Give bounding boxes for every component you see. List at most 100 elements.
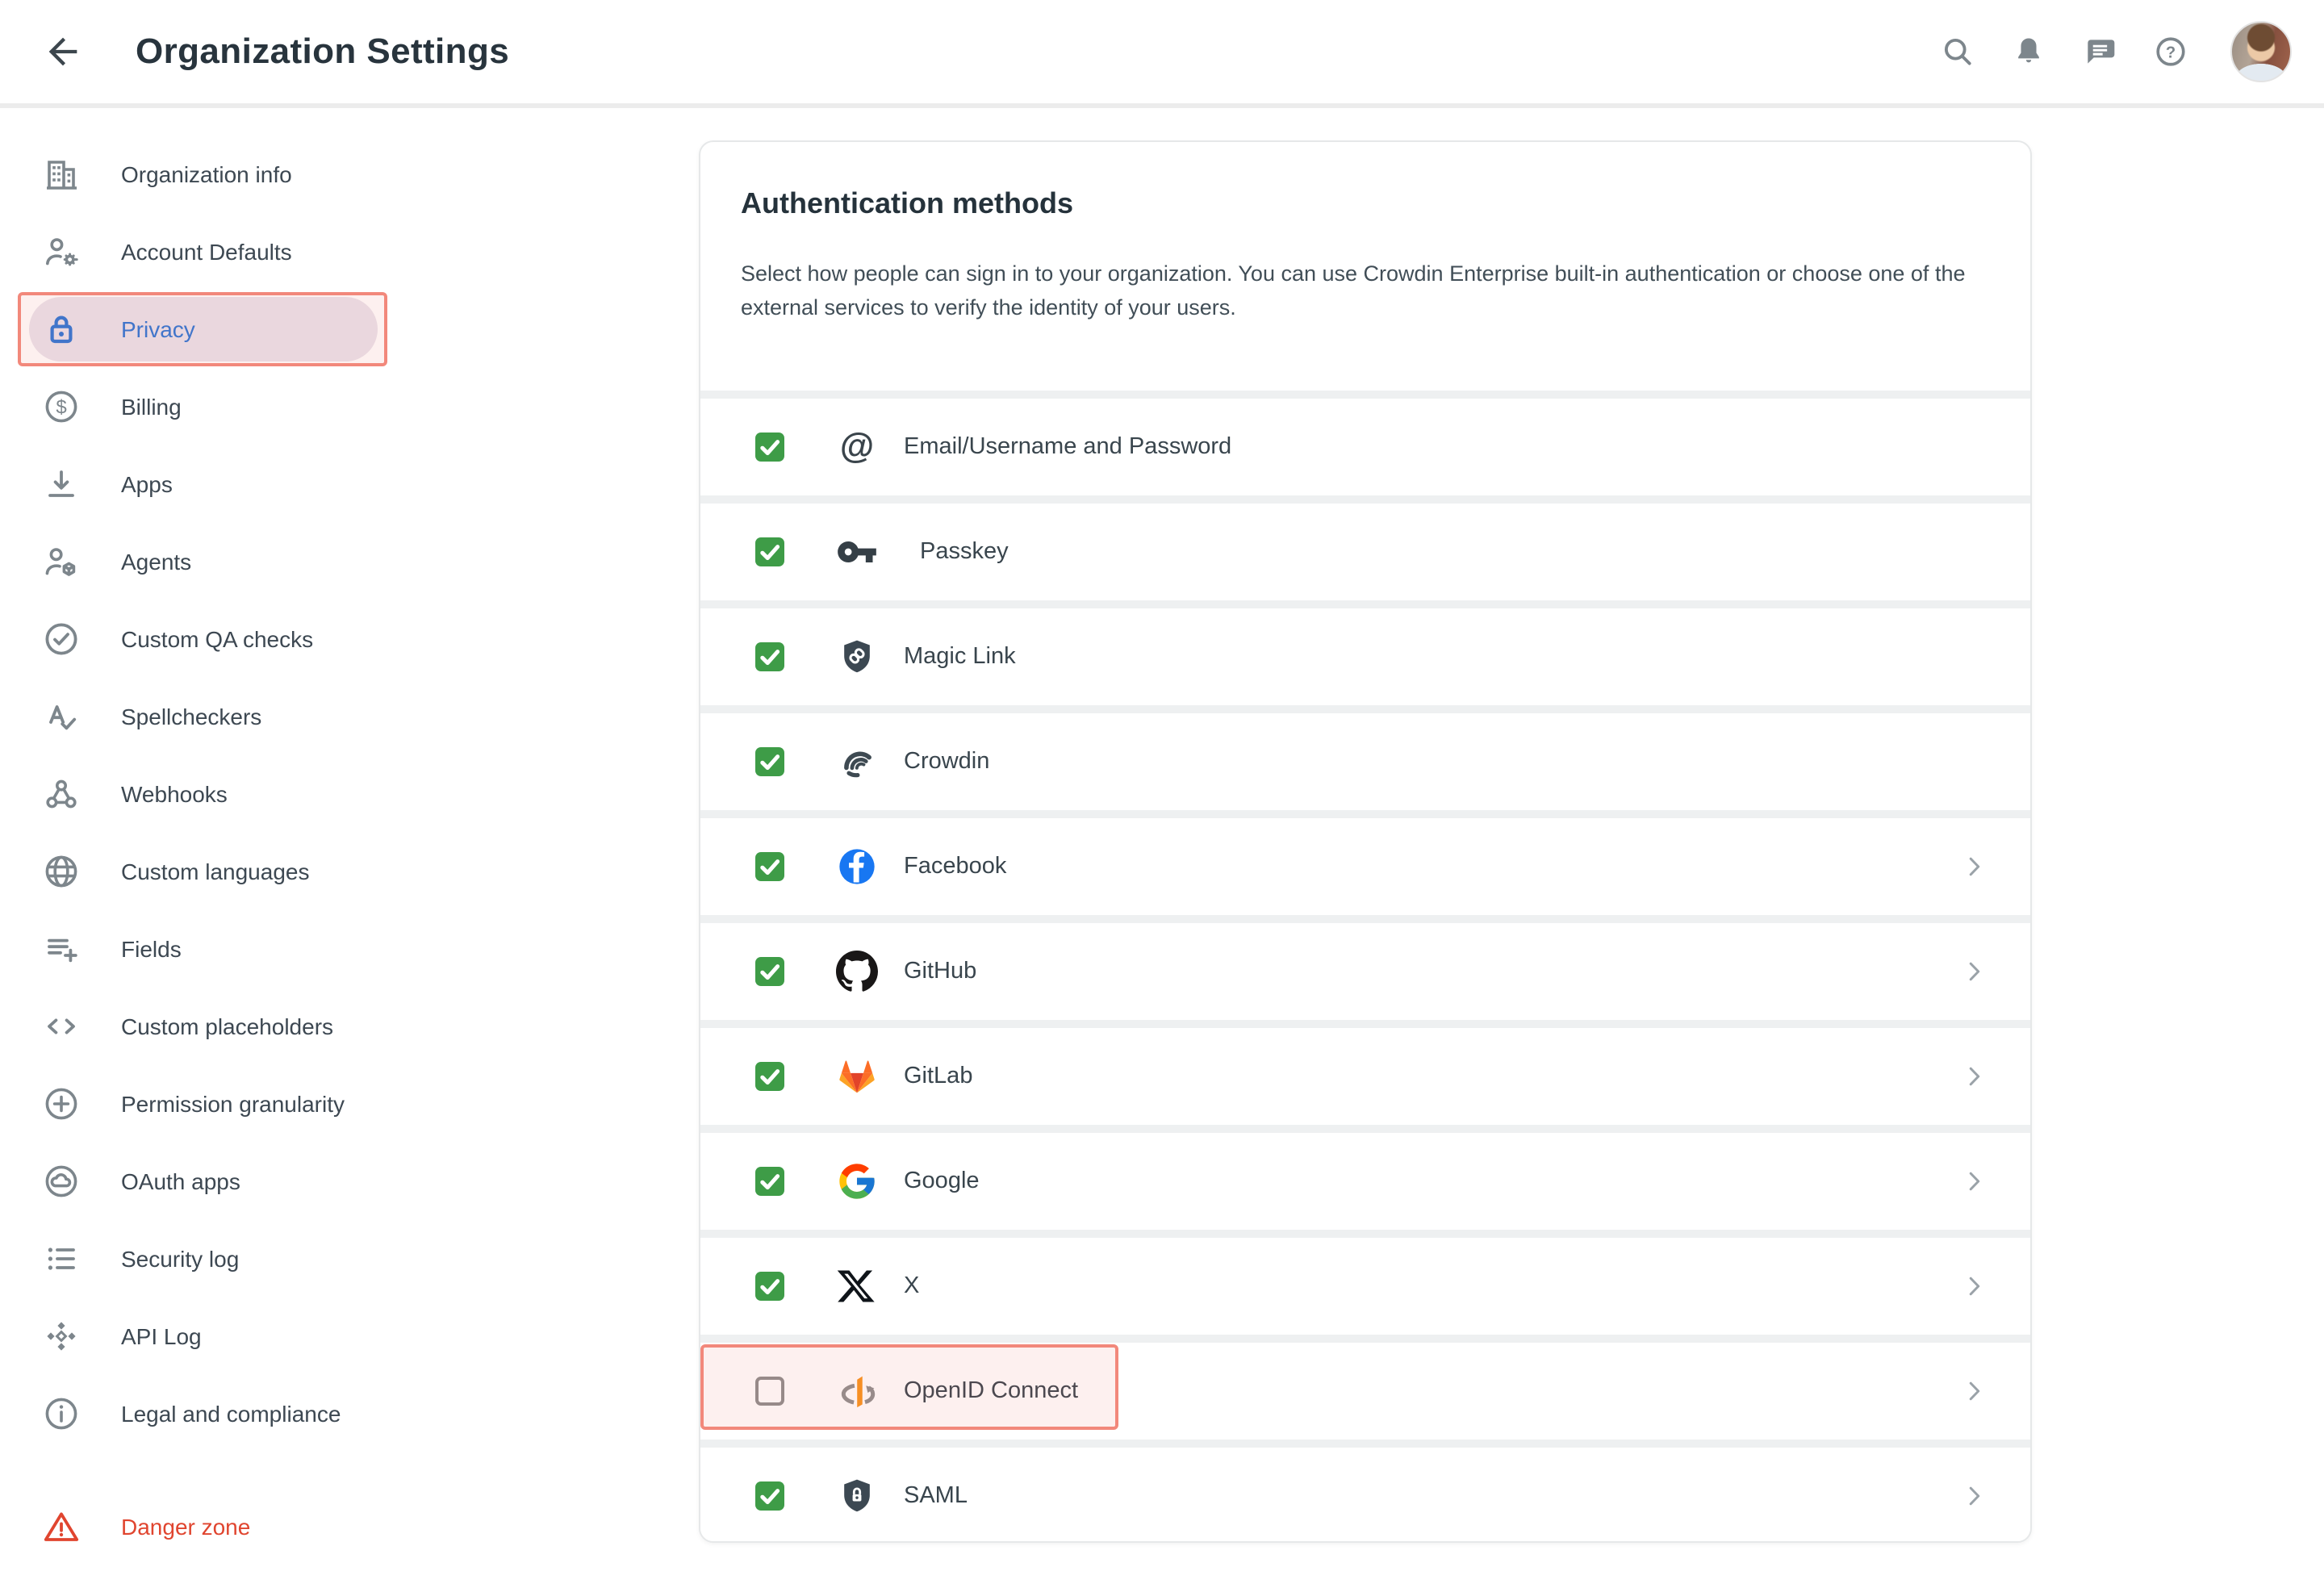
page-title: Organization Settings xyxy=(136,31,510,71)
method-checkbox-checked[interactable] xyxy=(755,642,784,671)
sidebar-item-organization-info[interactable]: Organization info xyxy=(0,136,484,213)
gitlab-icon xyxy=(836,1055,878,1097)
sidebar-item-label: OAuth apps xyxy=(121,1168,240,1194)
sidebar-item-label: API Log xyxy=(121,1323,202,1349)
sidebar-item-spellcheckers[interactable]: Spellcheckers xyxy=(0,678,484,755)
sidebar-item-account-defaults[interactable]: Account Defaults xyxy=(0,213,484,290)
method-label: GitHub xyxy=(904,959,977,984)
sidebar-item-custom-placeholders[interactable]: Custom placeholders xyxy=(0,988,484,1065)
auth-method-row-facebook[interactable]: Facebook xyxy=(700,810,2030,915)
sidebar-item-label: Agents xyxy=(121,549,192,575)
checkmark-icon xyxy=(755,957,784,986)
sidebar-item-label: Permission granularity xyxy=(121,1091,345,1117)
chevron-right-icon[interactable] xyxy=(1959,1167,1988,1196)
app-window: Organization Settings Organization info … xyxy=(0,0,2324,1588)
sidebar-item-agents[interactable]: Agents xyxy=(0,523,484,600)
method-checkbox-checked[interactable] xyxy=(755,1272,784,1301)
sidebar-item-webhooks[interactable]: Webhooks xyxy=(0,755,484,833)
chevron-right-icon[interactable] xyxy=(1959,1377,1988,1406)
method-checkbox-checked[interactable] xyxy=(755,1167,784,1196)
method-checkbox-checked[interactable] xyxy=(755,433,784,462)
method-checkbox-checked[interactable] xyxy=(755,852,784,881)
crowdin-icon xyxy=(836,741,878,783)
sidebar-item-label: Custom placeholders xyxy=(121,1013,334,1039)
sidebar-item-security-log[interactable]: Security log xyxy=(0,1220,484,1298)
sidebar-item-billing[interactable]: Billing xyxy=(0,368,484,445)
chevron-right-icon[interactable] xyxy=(1959,1481,1988,1511)
auth-method-row-passkey[interactable]: Passkey xyxy=(700,495,2030,600)
help-icon[interactable] xyxy=(2153,34,2188,69)
user-avatar[interactable] xyxy=(2230,21,2292,82)
auth-method-row-saml[interactable]: SAML xyxy=(700,1440,2030,1541)
shield-link-icon xyxy=(836,636,878,678)
person-box-icon xyxy=(42,542,81,581)
auth-method-row-openid-connect[interactable]: OpenID Connect xyxy=(700,1335,2030,1440)
method-label: Facebook xyxy=(904,854,1007,880)
sidebar-item-api-log[interactable]: API Log xyxy=(0,1298,484,1375)
auth-method-row-x[interactable]: X xyxy=(700,1230,2030,1335)
search-icon[interactable] xyxy=(1940,34,1975,69)
auth-method-row-google[interactable]: Google xyxy=(700,1125,2030,1230)
sidebar-item-privacy[interactable]: Privacy xyxy=(0,290,484,368)
sidebar-item-label: Fields xyxy=(121,936,182,962)
sidebar-nav: Organization info Account Defaults Priva… xyxy=(0,108,484,1565)
webhook-icon xyxy=(42,775,81,813)
arrow-back-icon xyxy=(42,31,84,73)
spellcheck-icon xyxy=(42,697,81,736)
google-icon xyxy=(836,1160,878,1202)
method-label: Email/Username and Password xyxy=(904,434,1232,460)
method-label: Crowdin xyxy=(904,749,990,775)
auth-method-row-crowdin[interactable]: Crowdin xyxy=(700,705,2030,810)
sidebar-item-label: Custom languages xyxy=(121,859,310,884)
sidebar-item-label: Billing xyxy=(121,394,182,420)
method-label: Passkey xyxy=(920,539,1009,565)
checkmark-icon xyxy=(755,1272,784,1301)
checkmark-icon xyxy=(755,433,784,462)
authentication-methods-card: Authentication methods Select how people… xyxy=(699,140,2032,1543)
sidebar-item-permission-granularity[interactable]: Permission granularity xyxy=(0,1065,484,1143)
warning-triangle-icon xyxy=(42,1507,81,1546)
auth-method-row-github[interactable]: GitHub xyxy=(700,915,2030,1020)
annotation-highlight-box xyxy=(700,1344,1118,1430)
method-checkbox-checked[interactable] xyxy=(755,1481,784,1511)
method-checkbox-checked[interactable] xyxy=(755,1062,784,1091)
back-button[interactable] xyxy=(42,31,84,73)
chevron-right-icon[interactable] xyxy=(1959,1272,1988,1301)
method-checkbox-checked[interactable] xyxy=(755,957,784,986)
shield-lock-icon xyxy=(836,1475,878,1517)
plus-circle-icon xyxy=(42,1084,81,1123)
auth-method-row-gitlab[interactable]: GitLab xyxy=(700,1020,2030,1125)
auth-method-row-magic-link[interactable]: Magic Link xyxy=(700,600,2030,705)
sidebar-item-fields[interactable]: Fields xyxy=(0,910,484,988)
checkmark-icon xyxy=(755,1481,784,1511)
bell-icon[interactable] xyxy=(2011,34,2046,69)
x-logo-icon xyxy=(836,1265,878,1307)
checkmark-icon xyxy=(755,747,784,776)
sidebar-item-label: Legal and compliance xyxy=(121,1401,341,1427)
sidebar-item-label: Organization info xyxy=(121,161,292,187)
sidebar-item-label: Custom QA checks xyxy=(121,626,314,652)
method-checkbox-checked[interactable] xyxy=(755,747,784,776)
sidebar-item-custom-qa-checks[interactable]: Custom QA checks xyxy=(0,600,484,678)
method-checkbox-checked[interactable] xyxy=(755,537,784,566)
method-label: Magic Link xyxy=(904,644,1016,670)
sidebar-item-oauth-apps[interactable]: OAuth apps xyxy=(0,1143,484,1220)
sidebar-item-apps[interactable]: Apps xyxy=(0,445,484,523)
cloud-circle-icon xyxy=(42,1162,81,1201)
api-diamonds-icon xyxy=(42,1317,81,1356)
sidebar-item-custom-languages[interactable]: Custom languages xyxy=(0,833,484,910)
sidebar-item-label: Danger zone xyxy=(121,1514,251,1540)
auth-method-row-email-username-and-password[interactable]: Email/Username and Password xyxy=(700,391,2030,495)
sidebar-item-danger-zone[interactable]: Danger zone xyxy=(0,1488,484,1565)
sidebar-item-label: Security log xyxy=(121,1246,240,1272)
github-icon xyxy=(836,951,878,992)
chevron-right-icon[interactable] xyxy=(1959,957,1988,986)
chevron-right-icon[interactable] xyxy=(1959,852,1988,881)
sidebar-item-legal-and-compliance[interactable]: Legal and compliance xyxy=(0,1375,484,1452)
code-icon xyxy=(42,1007,81,1046)
card-description: Select how people can sign in to your or… xyxy=(741,261,1966,320)
dollar-circle-icon xyxy=(42,387,81,426)
chevron-right-icon[interactable] xyxy=(1959,1062,1988,1091)
chat-icon[interactable] xyxy=(2082,34,2117,69)
card-title: Authentication methods xyxy=(741,187,1073,219)
